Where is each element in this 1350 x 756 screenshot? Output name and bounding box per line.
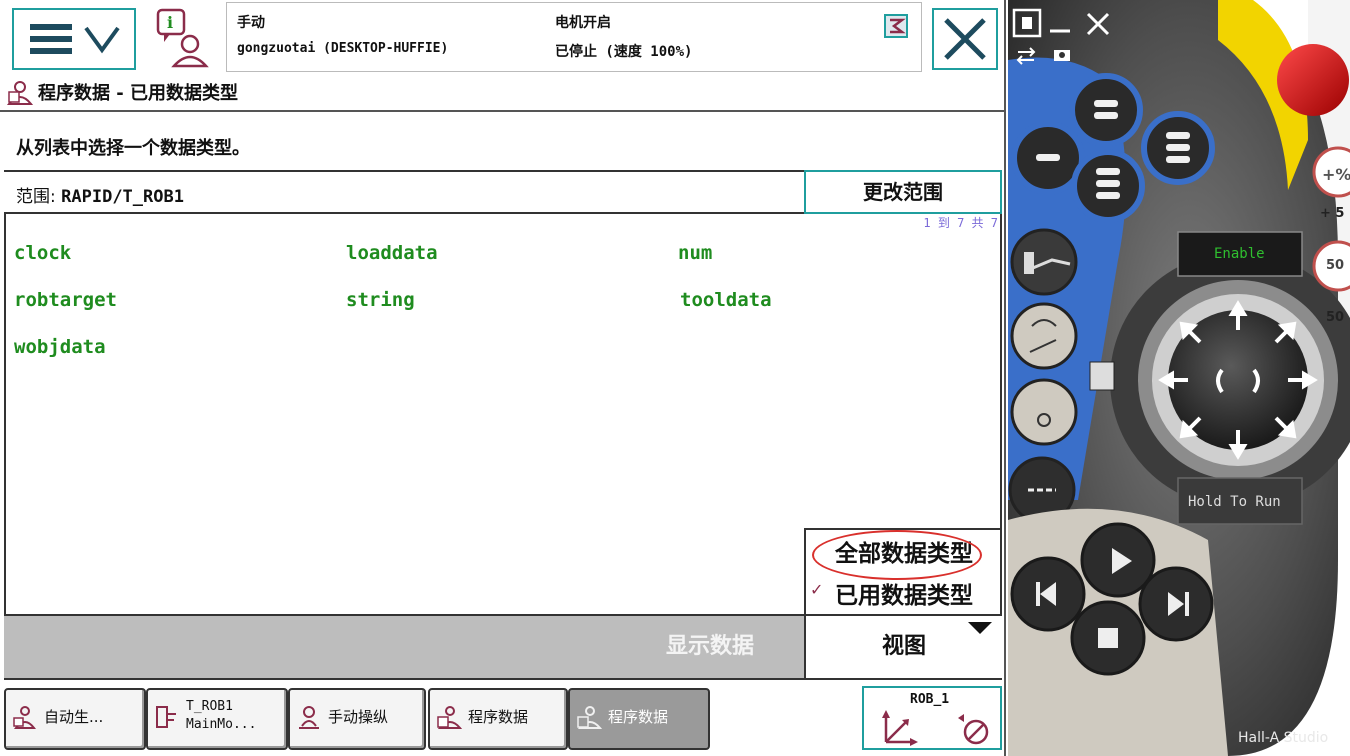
page-title: 程序数据 - 已用数据类型 <box>38 83 239 104</box>
event-log-button[interactable]: i <box>152 6 214 70</box>
window-minimize-button[interactable] <box>1048 0 1078 40</box>
mechanical-unit-quickset[interactable]: ROB_1 <box>862 686 1002 750</box>
list-item[interactable]: wobjdata <box>14 336 106 358</box>
mechanical-unit-label: ROB_1 <box>910 692 950 707</box>
jogging-icon <box>299 706 319 729</box>
swap-icon[interactable] <box>1010 42 1044 66</box>
auto-production-icon <box>13 706 37 729</box>
list-item[interactable]: tooldata <box>680 289 772 311</box>
speed-plus-label: + 5 <box>1320 206 1345 221</box>
list-item[interactable]: num <box>678 242 712 264</box>
program-state: 已停止 (速度 100%) <box>555 44 693 60</box>
emergency-stop-button[interactable] <box>1270 40 1350 130</box>
watermark: Hall-A Studio <box>1238 730 1329 746</box>
menu-item-used-types[interactable]: ✓ 已用数据类型 <box>806 576 1002 610</box>
view-button[interactable]: 视图 <box>804 616 1002 678</box>
task-program-data-active[interactable]: 程序数据 <box>568 688 710 750</box>
instruction-text: 从列表中选择一个数据类型。 <box>16 138 250 159</box>
view-menu: 全部数据类型 ✓ 已用数据类型 <box>804 528 1002 614</box>
flexpendant-screen: i 手动 gongzuotai (DESKTOP-HUFFIE) 电机开启 已停… <box>0 0 1006 756</box>
status-panel[interactable]: 手动 gongzuotai (DESKTOP-HUFFIE) 电机开启 已停止 … <box>226 2 922 72</box>
triangle-down-icon <box>968 622 992 634</box>
highlight-ellipse <box>812 530 982 580</box>
svg-text:i: i <box>167 13 173 32</box>
system-name: gongzuotai (DESKTOP-HUFFIE) <box>237 41 449 56</box>
check-icon: ✓ <box>810 580 824 599</box>
program-editor-icon <box>156 706 176 728</box>
menu-item-all-types[interactable]: 全部数据类型 <box>806 530 1002 580</box>
window-close-button[interactable] <box>1080 0 1116 40</box>
app-title-bar: 程序数据 - 已用数据类型 <box>0 74 1004 112</box>
start-button[interactable] <box>1074 514 1162 606</box>
scope-label: 范围: <box>16 187 56 207</box>
pendant-hardware: +% Enable Hold To Run + 5 50 50 <box>1008 0 1350 756</box>
close-button[interactable] <box>932 8 998 70</box>
joystick[interactable] <box>1110 252 1350 508</box>
program-data-icon <box>577 706 602 729</box>
task-jogging[interactable]: 手动操纵 <box>288 688 426 750</box>
svg-text:+%: +% <box>1322 165 1350 184</box>
task-program-editor[interactable]: T_ROB1 MainMo... <box>146 688 288 750</box>
program-data-icon <box>437 706 462 729</box>
coordinate-axes-icon <box>882 710 918 746</box>
task-auto-production[interactable]: 自动生... <box>4 688 146 750</box>
quickset-icon <box>884 14 908 38</box>
scope-value: RAPID/T_ROB1 <box>61 187 184 207</box>
abb-menu-button[interactable] <box>12 8 136 70</box>
program-data-icon <box>6 81 34 105</box>
motor-state: 电机开启 <box>555 15 611 31</box>
list-count: 1 到 7 共 7 <box>923 216 998 230</box>
change-scope-button[interactable]: 更改范围 <box>804 170 1002 214</box>
task-program-data[interactable]: 程序数据 <box>428 688 568 750</box>
increment-icon <box>958 714 989 745</box>
list-item[interactable]: robtarget <box>14 289 117 311</box>
info-person-icon: i <box>156 8 209 68</box>
list-item[interactable]: clock <box>14 242 71 264</box>
list-item[interactable]: loaddata <box>346 242 438 264</box>
camera-icon[interactable] <box>1048 42 1076 66</box>
show-data-button[interactable]: 显示数据 <box>4 616 804 678</box>
close-icon <box>944 18 986 60</box>
hamburger-icon <box>30 24 120 54</box>
window-restore-button[interactable] <box>1008 0 1048 40</box>
list-item[interactable]: string <box>346 289 415 311</box>
operating-mode: 手动 <box>237 15 265 31</box>
